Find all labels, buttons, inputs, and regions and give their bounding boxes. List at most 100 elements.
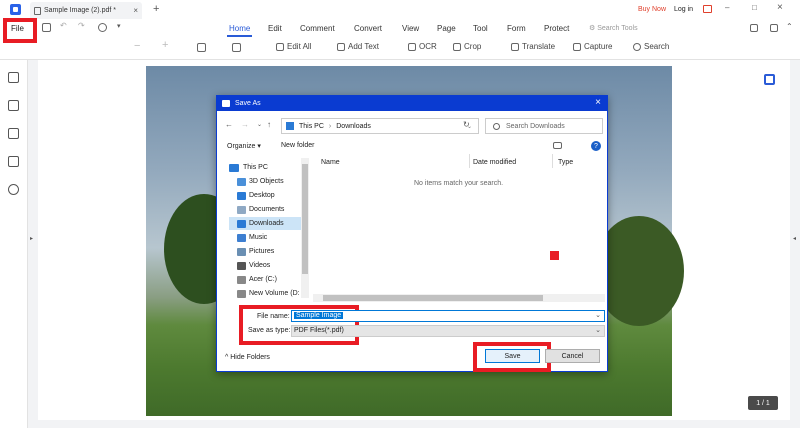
nav-item-desktop[interactable]: Desktop — [249, 192, 275, 199]
new-folder-button[interactable]: New folder — [281, 142, 314, 149]
chevron-down-icon[interactable]: ▾ — [117, 22, 121, 30]
nav-item-3d-objects[interactable]: 3D Objects — [249, 178, 284, 185]
tab-view[interactable]: View — [402, 24, 419, 33]
help-icon[interactable]: ? — [591, 141, 601, 151]
maximize-icon[interactable]: □ — [752, 3, 757, 12]
desktop-icon — [237, 192, 246, 200]
comment-icon[interactable] — [8, 128, 19, 139]
expand-left-icon[interactable]: ▸ — [30, 235, 33, 242]
buy-now-link[interactable]: Buy Now — [638, 6, 666, 13]
nav-item-downloads[interactable]: Downloads — [249, 220, 284, 227]
sidebar-search-icon[interactable] — [8, 184, 19, 195]
nav-item-documents[interactable]: Documents — [249, 206, 284, 213]
column-type-header[interactable]: Type — [558, 159, 573, 166]
tab-form[interactable]: Form — [507, 24, 526, 33]
tab-comment[interactable]: Comment — [300, 24, 335, 33]
breadcrumb-this-pc[interactable]: This PC — [299, 123, 324, 130]
close-tab-icon[interactable]: × — [133, 6, 138, 15]
column-date-header[interactable]: Date modified — [473, 159, 516, 166]
horizontal-scrollbar[interactable] — [313, 294, 605, 302]
capture-label: Capture — [584, 42, 613, 51]
ocr-icon — [408, 42, 416, 51]
column-name-header[interactable]: Name — [321, 159, 340, 166]
dialog-close-icon[interactable]: × — [595, 97, 601, 108]
redo-icon[interactable]: ↷ — [78, 21, 85, 30]
search-downloads-input[interactable]: Search Downloads — [485, 118, 603, 134]
save-type-select[interactable]: PDF Files(*.pdf) ⌄ — [291, 325, 605, 337]
login-link[interactable]: Log in — [674, 6, 693, 13]
nav-scrollbar[interactable] — [301, 158, 309, 298]
file-name-value: Sample Image — [294, 312, 344, 319]
navigation-pane: This PC 3D Objects Desktop Documents Dow… — [223, 156, 305, 302]
organize-button[interactable]: Organize ▾ — [227, 142, 261, 150]
tab-page[interactable]: Page — [437, 24, 456, 33]
search-label: Search — [644, 42, 670, 51]
page-view-icon[interactable] — [232, 43, 241, 52]
zoom-in-icon[interactable]: + — [162, 39, 168, 51]
search-tools-field[interactable]: ⚙ Search Tools — [589, 24, 638, 32]
attachment-icon[interactable] — [8, 156, 19, 167]
bookmark-icon[interactable] — [8, 100, 19, 111]
gift-icon[interactable] — [703, 5, 712, 13]
nav-item-music[interactable]: Music — [249, 234, 267, 241]
hide-folders-toggle[interactable]: ^ Hide Folders — [225, 354, 270, 361]
horizontal-scrollbar-thumb[interactable] — [323, 295, 543, 301]
nav-scrollbar-thumb[interactable] — [302, 164, 308, 274]
tab-edit[interactable]: Edit — [268, 24, 282, 33]
3d-objects-icon — [237, 178, 246, 186]
view-options-icon[interactable] — [553, 142, 562, 149]
file-name-dropdown-icon[interactable]: ⌄ — [595, 311, 601, 319]
file-name-input[interactable]: Sample Image ⌄ — [291, 310, 605, 322]
tab-protect[interactable]: Protect — [544, 24, 569, 33]
dialog-title: Save As — [235, 100, 261, 107]
search-button[interactable]: Search — [633, 42, 669, 51]
thumbnails-icon[interactable] — [8, 72, 19, 83]
breadcrumb-separator-icon: › — [328, 122, 332, 130]
crop-button[interactable]: Crop — [453, 42, 481, 51]
save-type-dropdown-icon[interactable]: ⌄ — [595, 326, 601, 334]
nav-item-drive-d[interactable]: New Volume (D: — [249, 290, 300, 297]
edit-all-button[interactable]: Edit All — [276, 42, 311, 51]
share-icon[interactable] — [750, 24, 758, 32]
close-window-icon[interactable]: × — [777, 2, 783, 13]
select-tool-icon[interactable] — [197, 43, 206, 52]
print-icon[interactable] — [98, 23, 107, 32]
back-icon[interactable]: ← — [225, 120, 233, 129]
translate-button[interactable]: Translate — [511, 42, 555, 51]
nav-item-drive-c[interactable]: Acer (C:) — [249, 276, 277, 283]
minimize-icon[interactable]: – — [725, 3, 729, 12]
nav-item-pictures[interactable]: Pictures — [249, 248, 274, 255]
file-menu[interactable]: File — [11, 24, 24, 33]
capture-button[interactable]: Capture — [573, 42, 612, 51]
zoom-out-icon[interactable]: − — [134, 40, 140, 52]
cancel-button[interactable]: Cancel — [545, 349, 600, 363]
undo-icon[interactable]: ↶ — [60, 21, 67, 30]
forward-icon[interactable]: → — [241, 120, 249, 129]
upload-icon[interactable] — [770, 24, 778, 32]
tab-convert[interactable]: Convert — [354, 24, 382, 33]
hide-folders-label: Hide Folders — [230, 354, 270, 361]
ocr-button[interactable]: OCR — [408, 42, 437, 51]
save-icon[interactable] — [42, 23, 51, 32]
new-tab-icon[interactable]: + — [153, 3, 159, 15]
address-bar[interactable]: This PC › Downloads ⌄ — [281, 118, 479, 134]
tab-home[interactable]: Home — [226, 24, 253, 37]
recent-chevron-icon[interactable]: ⌄ — [257, 121, 262, 128]
crop-label: Crop — [464, 42, 482, 51]
tab-tool[interactable]: Tool — [473, 24, 488, 33]
save-type-label: Save as type: — [248, 327, 291, 334]
chevron-up-icon[interactable]: ⌃ — [786, 22, 793, 31]
expand-right-icon[interactable]: ◂ — [793, 235, 796, 242]
up-folder-icon[interactable]: ↑ — [267, 120, 271, 129]
column-divider — [552, 154, 553, 168]
add-text-button[interactable]: Add Text — [337, 42, 379, 51]
refresh-icon[interactable]: ↻ — [463, 120, 470, 129]
nav-item-videos[interactable]: Videos — [249, 262, 270, 269]
search-icon — [633, 42, 641, 51]
pc-icon — [286, 122, 294, 130]
nav-item-this-pc[interactable]: This PC — [243, 164, 268, 171]
ai-assistant-icon[interactable] — [764, 74, 775, 85]
breadcrumb-downloads[interactable]: Downloads — [336, 123, 371, 130]
document-tab[interactable]: Sample Image (2).pdf * × — [30, 2, 142, 19]
save-button[interactable]: Save — [485, 349, 540, 363]
